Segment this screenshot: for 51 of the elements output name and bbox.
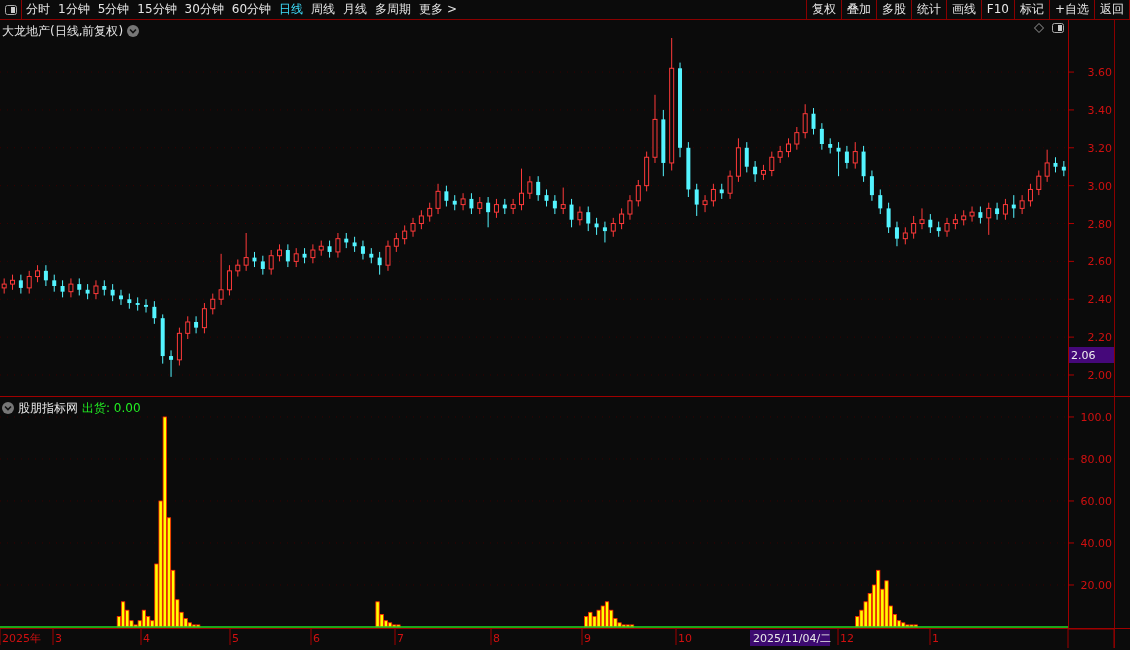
axis-label: 2.40	[1087, 293, 1112, 307]
price-marker: 2.06	[1069, 347, 1114, 363]
axis-label: 3.40	[1087, 103, 1112, 117]
date-label: 6	[313, 632, 320, 645]
axis-label: 2.80	[1087, 217, 1112, 231]
toolbar-button[interactable]: 标记	[1013, 0, 1049, 19]
period-tab[interactable]: 60分钟	[227, 0, 276, 19]
period-tab[interactable]: 日线	[275, 0, 308, 19]
date-label: 1	[932, 632, 939, 645]
date-label: 9	[584, 632, 591, 645]
period-tab[interactable]: 多周期	[371, 0, 416, 19]
toolbar-button[interactable]: 统计	[910, 0, 946, 19]
axis-label: 3.60	[1087, 66, 1112, 80]
chart-title: 大龙地产(日线,前复权)	[2, 23, 124, 40]
date-label: 7	[397, 632, 404, 645]
period-tab[interactable]: 周线	[307, 0, 340, 19]
date-label: 4	[143, 632, 150, 645]
axis-label: 60.00	[1080, 494, 1112, 508]
period-tab[interactable]: 5分钟	[93, 0, 134, 19]
toolbar-button[interactable]: 画线	[945, 0, 981, 19]
indicator-name: 股朋指标网	[18, 400, 78, 417]
axis-label: 40.00	[1080, 537, 1112, 550]
axis-label: 2.00	[1087, 369, 1112, 382]
indicator-readout: : 0.00	[106, 400, 141, 417]
axis-label: 2.60	[1087, 255, 1112, 269]
toolbar-button[interactable]: 多股	[875, 0, 911, 19]
toolbar-button[interactable]: F10	[980, 0, 1014, 19]
date-label: 8	[493, 632, 500, 645]
series-name: 出货	[82, 400, 106, 417]
period-tab[interactable]: 分时	[22, 0, 54, 19]
date-label: 10	[678, 632, 692, 645]
period-tab[interactable]: 1分钟	[54, 0, 94, 19]
axis-label: 3.20	[1087, 141, 1112, 155]
toolbar-button[interactable]: 叠加	[840, 0, 876, 19]
period-tab[interactable]: 月线	[339, 0, 372, 19]
date-label: 3	[55, 632, 62, 645]
date-label: 5	[232, 632, 239, 645]
toolbar-button[interactable]: 复权	[805, 0, 841, 19]
date-label: 2025年	[2, 632, 41, 645]
date-label: 12	[840, 632, 854, 645]
cursor-date-label: 2025/11/04/二	[750, 630, 832, 646]
axis-label: 2.20	[1087, 331, 1112, 345]
toolbar-button[interactable]: +自选	[1048, 0, 1094, 19]
period-tab[interactable]: 15分钟	[133, 0, 181, 19]
axis-label: 100.0	[1080, 410, 1112, 424]
period-tab[interactable]: 更多 >	[415, 0, 461, 19]
axis-label: 3.00	[1087, 179, 1112, 193]
axis-label: 20.00	[1080, 579, 1112, 592]
axis-label: 80.00	[1080, 452, 1112, 466]
period-tab[interactable]: 30分钟	[180, 0, 228, 19]
toolbar-button[interactable]: 返回	[1094, 0, 1130, 19]
